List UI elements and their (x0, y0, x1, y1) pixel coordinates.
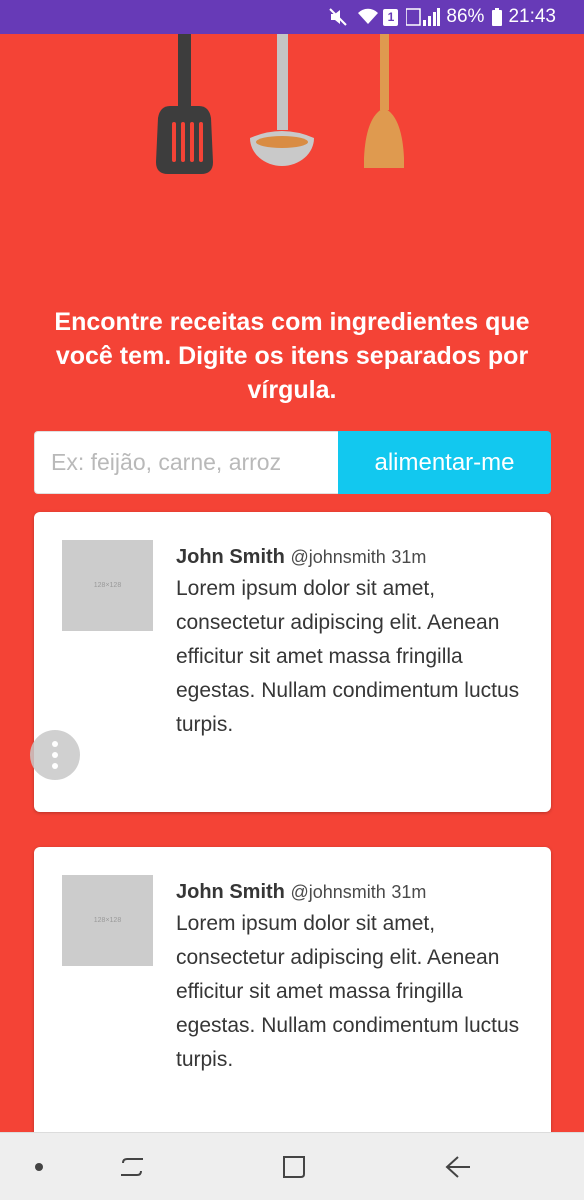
card-meta: John Smith @johnsmith 31m (176, 877, 536, 907)
dot-indicator (26, 1133, 52, 1200)
author-handle: @johnsmith (290, 547, 386, 567)
battery-percent: 86% (446, 6, 485, 27)
sim-badge: 1 (383, 8, 399, 26)
card-text: Lorem ipsum dolor sit amet, consectetur … (176, 912, 520, 1071)
wifi-icon: 1 (357, 8, 399, 26)
author-name: John Smith (176, 881, 285, 903)
post-time: 31m (391, 882, 427, 902)
thumbnail-placeholder: 128×128 (62, 540, 153, 631)
card-text: Lorem ipsum dolor sit amet, consectetur … (176, 577, 520, 736)
status-bar: 1 86% 21:43 (0, 0, 584, 34)
card-meta: John Smith @johnsmith 31m (176, 542, 536, 572)
search-bar: alimentar-me (34, 431, 551, 494)
back-button[interactable] (432, 1133, 484, 1200)
recipe-card[interactable]: 128×128 John Smith @johnsmith 31m Lorem … (34, 847, 551, 1147)
card-content: John Smith @johnsmith 31m Lorem ipsum do… (176, 877, 536, 1077)
navigation-bar (0, 1132, 584, 1200)
ladle-icon (250, 34, 314, 166)
author-handle: @johnsmith (290, 882, 386, 902)
recent-apps-icon (121, 1158, 143, 1176)
mute-icon (329, 8, 349, 26)
ingredients-input[interactable] (34, 431, 338, 494)
home-button[interactable] (268, 1133, 320, 1200)
thumbnail-placeholder: 128×128 (62, 875, 153, 966)
clock: 21:43 (508, 6, 556, 27)
post-time: 31m (391, 547, 427, 567)
thumbnail-label: 128×128 (93, 582, 122, 589)
home-icon (283, 1156, 305, 1178)
card-content: John Smith @johnsmith 31m Lorem ipsum do… (176, 542, 536, 742)
hero-banner (0, 34, 584, 294)
spatula-icon (156, 34, 213, 174)
utensils-illustration (156, 34, 404, 174)
more-vertical-icon[interactable] (30, 730, 80, 780)
back-arrow-icon (445, 1156, 470, 1178)
feed-me-button[interactable]: alimentar-me (338, 431, 551, 494)
recent-apps-button[interactable] (106, 1133, 158, 1200)
headline: Encontre receitas com ingredientes que v… (54, 308, 530, 404)
author-name: John Smith (176, 546, 285, 568)
thumbnail-label: 128×128 (93, 917, 122, 924)
signal-icon (406, 8, 441, 26)
recipe-card[interactable]: 128×128 John Smith @johnsmith 31m Lorem … (34, 512, 551, 812)
battery-icon (492, 8, 503, 26)
wooden-spoon-icon (364, 34, 404, 168)
